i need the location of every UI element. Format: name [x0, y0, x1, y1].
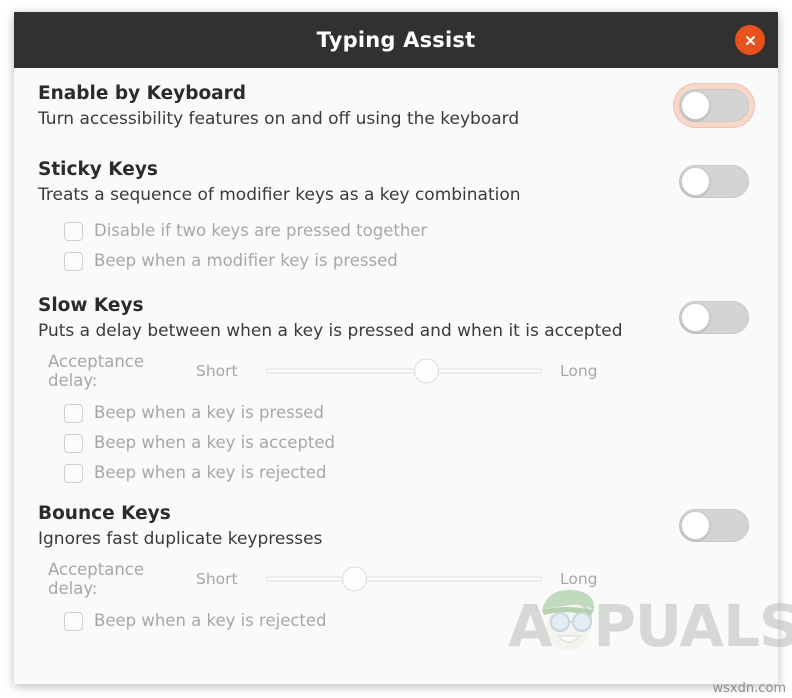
checkbox-label: Beep when a key is accepted	[94, 432, 336, 452]
slider-row-bounce-keys-delay: Acceptance delay: Short Long	[48, 560, 754, 598]
screenshot-root: Typing Assist Enable by Keyboard Turn ac…	[0, 0, 792, 698]
section-title: Slow Keys	[38, 295, 144, 316]
checkbox-row-beep-key-pressed[interactable]: Beep when a key is pressed	[64, 398, 754, 428]
toggle-slow-keys[interactable]	[679, 301, 749, 334]
section-header: Slow Keys Puts a delay between when a ke…	[38, 294, 754, 352]
close-button[interactable]	[735, 25, 765, 55]
toggle-knob	[681, 167, 710, 196]
toggle-enable-by-keyboard[interactable]	[679, 89, 749, 122]
slider-caption: Acceptance delay:	[48, 352, 145, 390]
section-sticky-keys: Sticky Keys Treats a sequence of modifie…	[38, 158, 754, 276]
slider-caption: Acceptance delay:	[48, 560, 145, 598]
slider-track	[266, 368, 542, 374]
slider-thumb[interactable]	[413, 358, 439, 384]
checkbox-label: Beep when a key is rejected	[94, 462, 327, 482]
checkbox-row-bounce-beep-key-rejected[interactable]: Beep when a key is rejected	[64, 606, 754, 636]
toggle-bounce-keys[interactable]	[679, 509, 749, 542]
toggle-sticky-keys-wrap	[674, 160, 754, 203]
settings-content: Enable by Keyboard Turn accessibility fe…	[14, 68, 778, 684]
checkbox-beep-key-accepted[interactable]	[64, 433, 83, 453]
section-slow-keys: Slow Keys Puts a delay between when a ke…	[38, 294, 754, 488]
section-description: Ignores fast duplicate keypresses	[38, 528, 323, 549]
slider-row-slow-keys-delay: Acceptance delay: Short Long	[48, 352, 754, 390]
window-titlebar: Typing Assist	[14, 12, 778, 68]
checkbox-label: Beep when a modifier key is pressed	[94, 250, 398, 270]
section-header: Enable by Keyboard Turn accessibility fe…	[38, 82, 754, 140]
slider-slow-keys-delay[interactable]	[266, 358, 542, 384]
slider-track	[266, 576, 542, 582]
checkbox-row-beep-key-rejected[interactable]: Beep when a key is rejected	[64, 458, 754, 488]
toggle-bounce-keys-wrap	[674, 504, 754, 547]
section-header: Bounce Keys Ignores fast duplicate keypr…	[38, 502, 754, 560]
checkbox-label: Disable if two keys are pressed together	[94, 220, 428, 240]
toggle-slow-keys-wrap	[674, 296, 754, 339]
section-description: Turn accessibility features on and off u…	[38, 108, 520, 129]
checkbox-bounce-beep-key-rejected[interactable]	[64, 611, 83, 631]
toggle-knob	[681, 91, 710, 120]
checkbox-row-disable-if-two-keys[interactable]: Disable if two keys are pressed together	[64, 216, 754, 246]
slider-thumb[interactable]	[341, 566, 367, 592]
checkbox-beep-modifier-key[interactable]	[64, 251, 83, 271]
toggle-enable-by-keyboard-focus-ring	[674, 84, 754, 127]
toggle-knob	[681, 511, 710, 540]
slider-min-label: Short	[196, 570, 238, 588]
slider-max-label: Long	[560, 362, 598, 380]
toggle-knob	[681, 303, 710, 332]
section-title: Enable by Keyboard	[38, 83, 247, 104]
slider-max-label: Long	[560, 570, 598, 588]
close-icon	[745, 35, 755, 45]
section-description: Puts a delay between when a key is press…	[38, 320, 623, 341]
section-enable-by-keyboard: Enable by Keyboard Turn accessibility fe…	[38, 82, 754, 140]
checkbox-disable-if-two-keys[interactable]	[64, 221, 83, 241]
checkbox-label: Beep when a key is rejected	[94, 610, 327, 630]
checkbox-beep-key-rejected[interactable]	[64, 463, 83, 483]
checkbox-row-beep-key-accepted[interactable]: Beep when a key is accepted	[64, 428, 754, 458]
section-title: Bounce Keys	[38, 503, 171, 524]
site-credit: wsxdn.com	[712, 681, 787, 696]
section-title: Sticky Keys	[38, 159, 158, 180]
typing-assist-window: Typing Assist Enable by Keyboard Turn ac…	[14, 12, 778, 684]
checkbox-label: Beep when a key is pressed	[94, 402, 324, 422]
section-description: Treats a sequence of modifier keys as a …	[38, 184, 521, 205]
section-bounce-keys: Bounce Keys Ignores fast duplicate keypr…	[38, 502, 754, 636]
checkbox-row-beep-modifier-key[interactable]: Beep when a modifier key is pressed	[64, 246, 754, 276]
toggle-sticky-keys[interactable]	[679, 165, 749, 198]
window-title: Typing Assist	[316, 28, 476, 52]
slider-bounce-keys-delay[interactable]	[266, 566, 542, 592]
slider-min-label: Short	[196, 362, 238, 380]
checkbox-beep-key-pressed[interactable]	[64, 403, 83, 423]
section-header: Sticky Keys Treats a sequence of modifie…	[38, 158, 754, 216]
